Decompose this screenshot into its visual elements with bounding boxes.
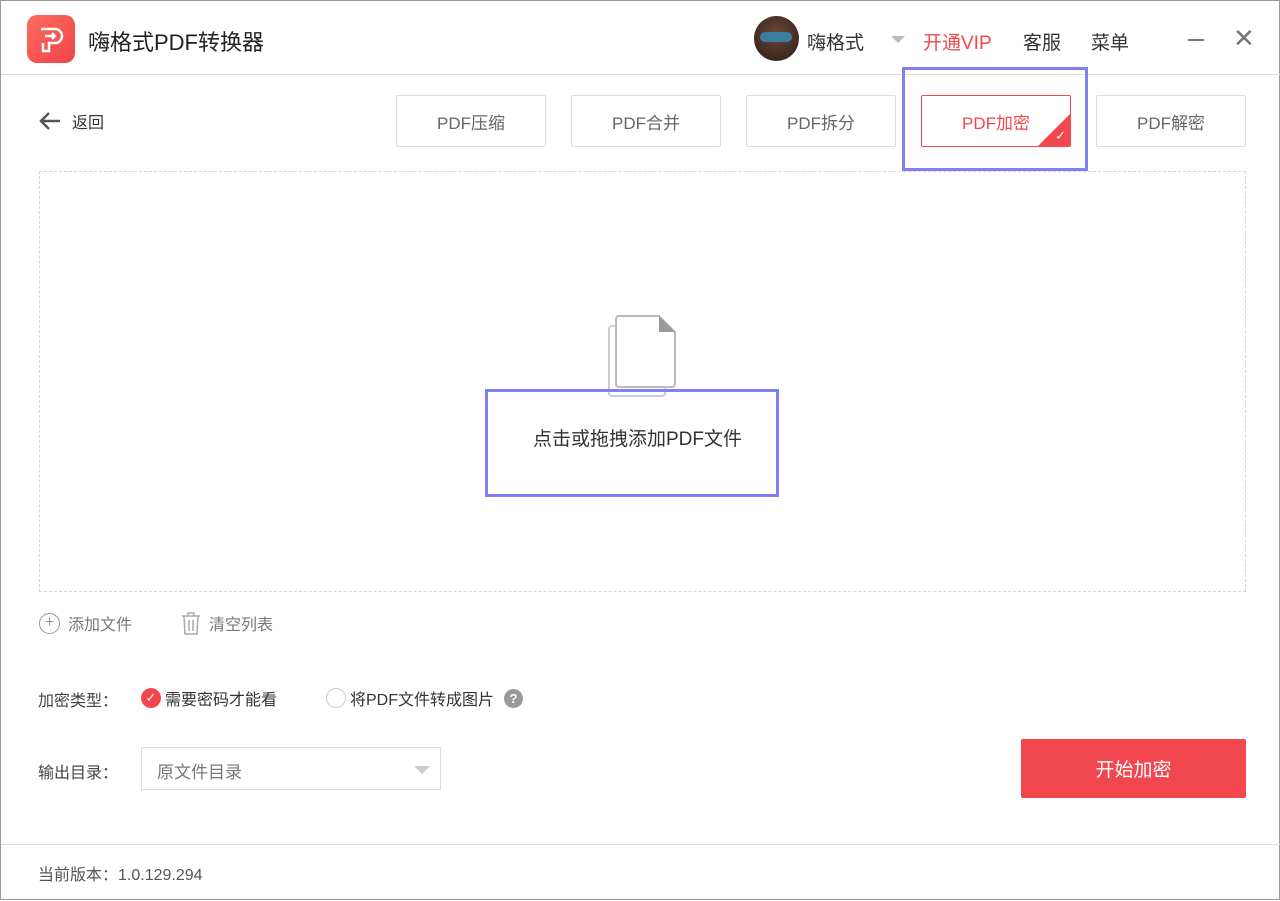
start-encrypt-button[interactable]: 开始加密 [1021,739,1246,798]
minimize-icon[interactable] [1188,39,1204,41]
app-window: 嗨格式PDF转换器 嗨格式 开通VIP 客服 菜单 ✕ 返回 PDF压缩 PDF… [0,0,1280,900]
app-logo-icon [27,15,75,63]
output-dir-value: 原文件目录 [157,763,242,782]
tab-pdf-decrypt[interactable]: PDF解密 [1096,95,1246,147]
tab-pdf-compress[interactable]: PDF压缩 [396,95,546,147]
version-text: 当前版本：1.0.129.294 [38,861,203,885]
check-icon: ✓ [1055,128,1066,144]
menu-link[interactable]: 菜单 [1091,28,1129,55]
username[interactable]: 嗨格式 [807,28,864,55]
option-label: 将PDF文件转成图片 [350,686,494,710]
trash-icon [181,611,201,635]
encrypt-type-label: 加密类型： [38,687,118,711]
avatar[interactable] [754,16,799,61]
add-file-button[interactable]: + 添加文件 [39,611,132,635]
app-title: 嗨格式PDF转换器 [88,25,264,57]
clear-list-button[interactable]: 清空列表 [181,611,273,635]
radio-unchecked-icon [326,688,346,708]
back-button[interactable]: 返回 [38,109,104,133]
chevron-down-icon [414,766,430,774]
document-icon [607,314,679,398]
drop-zone-text[interactable]: 点击或拖拽添加PDF文件 [533,424,742,451]
arrow-left-icon [38,111,62,131]
help-icon[interactable]: ? [504,689,523,708]
service-link[interactable]: 客服 [1023,28,1061,55]
output-dir-select[interactable]: 原文件目录 [141,747,441,790]
title-bar: 嗨格式PDF转换器 嗨格式 开通VIP 客服 菜单 ✕ [1,1,1280,75]
add-file-label: 添加文件 [68,611,132,635]
output-dir-label: 输出目录： [38,759,118,783]
chevron-down-icon[interactable] [891,36,905,43]
radio-password-required[interactable]: ✓需要密码才能看 [141,686,277,710]
clear-list-label: 清空列表 [209,611,273,635]
tab-pdf-encrypt[interactable]: PDF加密 ✓ [921,95,1071,147]
plus-circle-icon: + [39,613,60,634]
tab-pdf-merge[interactable]: PDF合并 [571,95,721,147]
tab-label: PDF加密 [962,109,1030,134]
option-label: 需要密码才能看 [165,686,277,710]
radio-convert-to-image[interactable]: 将PDF文件转成图片? [326,686,523,710]
tab-pdf-split[interactable]: PDF拆分 [746,95,896,147]
close-icon[interactable]: ✕ [1233,25,1255,51]
vip-link[interactable]: 开通VIP [923,28,992,55]
radio-checked-icon: ✓ [141,688,161,708]
back-label: 返回 [72,109,104,133]
